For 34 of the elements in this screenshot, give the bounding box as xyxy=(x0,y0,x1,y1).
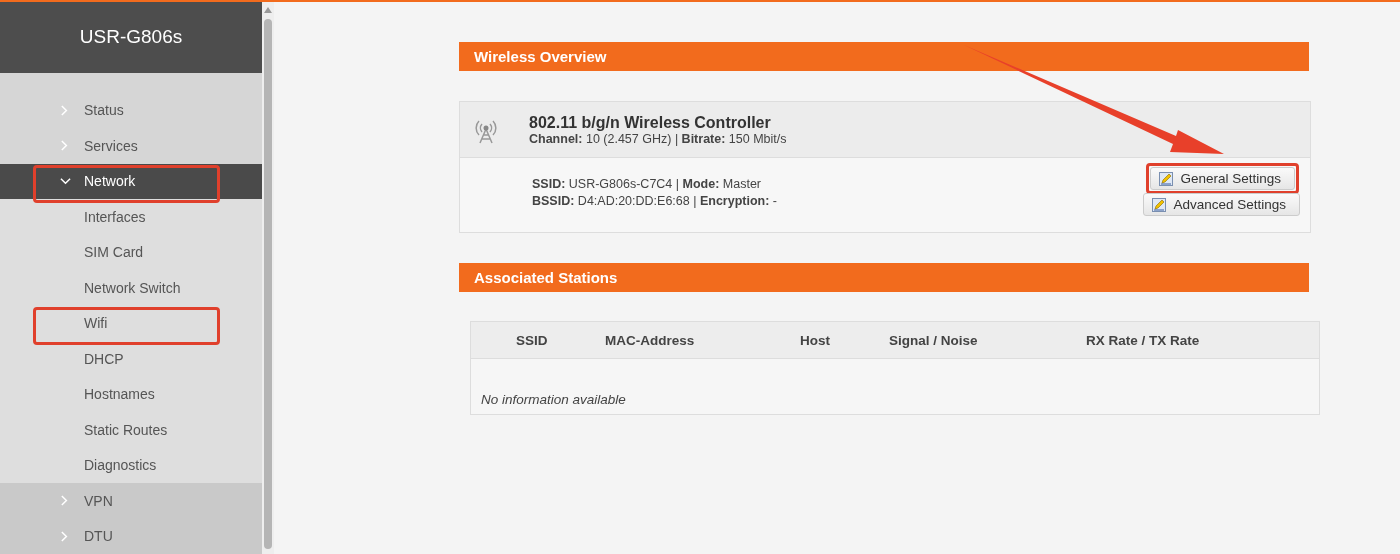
scrollbar[interactable] xyxy=(262,2,274,554)
submenu-item[interactable]: SIM Card xyxy=(0,234,262,270)
brand-title: USR-G806s xyxy=(0,2,262,73)
empty-message: No information available xyxy=(480,391,627,409)
menu-item[interactable]: DTU xyxy=(0,518,262,554)
submenu-item[interactable]: Hostnames xyxy=(0,376,262,412)
submenu-item[interactable]: DHCP xyxy=(0,341,262,377)
edit-icon xyxy=(1152,197,1167,212)
column-header: MAC-Address xyxy=(605,332,696,348)
menu-item[interactable]: Status xyxy=(0,92,262,128)
section-header: Associated Stations xyxy=(459,263,1309,292)
submenu-item[interactable]: Network Switch xyxy=(0,270,262,306)
submenu-item[interactable]: Diagnostics xyxy=(0,447,262,483)
menu-item[interactable]: VPN xyxy=(0,483,262,519)
device-info: Channel: 10 (2.457 GHz) | Bitrate: 150 Mbit/s xyxy=(529,131,787,146)
device-name: 802.11 b/g/n Wireless Controller xyxy=(529,113,772,132)
submenu-item[interactable]: Static Routes xyxy=(0,412,262,448)
section-header: Wireless Overview xyxy=(459,42,1309,71)
column-header: SSID xyxy=(516,332,549,348)
settings-button[interactable]: Advanced Settings xyxy=(1143,193,1300,216)
submenu-item[interactable]: Wifi xyxy=(0,305,262,341)
column-header: Host xyxy=(800,332,831,348)
column-header: Signal / Noise xyxy=(889,332,979,348)
menu-item[interactable]: Services xyxy=(0,128,262,164)
network-info: SSID: USR-G806s-C7C4 | Mode: Master xyxy=(532,177,762,191)
network-info: BSSID: D4:AD:20:DD:E6:68 | Encryption: - xyxy=(532,194,777,208)
scrollbar-thumb[interactable] xyxy=(264,19,272,549)
submenu-item[interactable]: Interfaces xyxy=(0,199,262,235)
scroll-up-icon[interactable] xyxy=(264,7,272,13)
edit-icon xyxy=(1159,171,1174,186)
settings-button[interactable]: General Settings xyxy=(1150,167,1295,190)
menu-item[interactable]: Network xyxy=(0,163,262,199)
chevron-down-icon xyxy=(60,175,71,187)
column-header: RX Rate / TX Rate xyxy=(1086,332,1200,348)
